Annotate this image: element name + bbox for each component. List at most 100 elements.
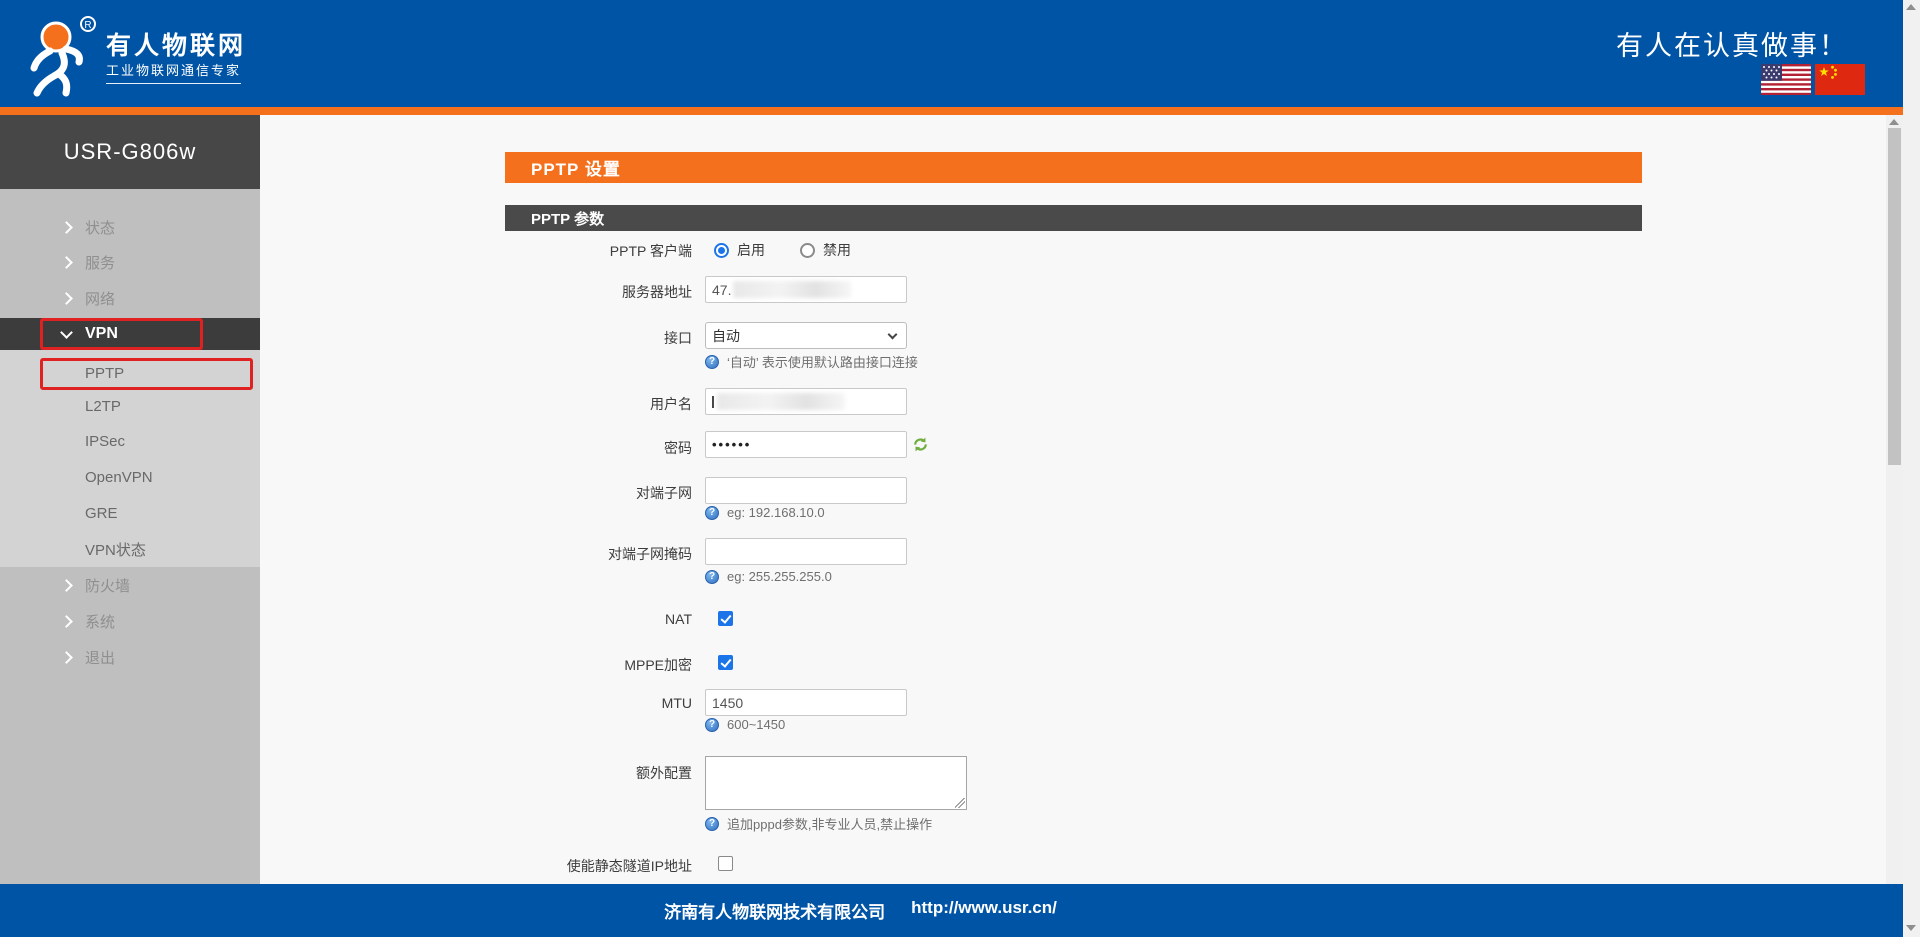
header-slogan: 有人在认真做事！ [1616, 24, 1848, 63]
enable-radio-label: 启用 [737, 240, 765, 260]
svg-text:R: R [84, 20, 91, 31]
sidebar-item-label: VPN状态 [85, 539, 146, 560]
username-redaction [717, 393, 845, 410]
extra-config-hint: ? 追加pppd参数,非专业人员,禁止操作 [705, 814, 932, 833]
sidebar-item-label: VPN [85, 325, 118, 343]
interface-hint: ? ‘自动’ 表示使用默认路由接口连接 [705, 352, 918, 371]
interface-hint-text: ‘自动’ 表示使用默认路由接口连接 [727, 352, 918, 371]
chevron-right-icon [60, 615, 73, 628]
sidebar-item-网络[interactable]: 网络 [0, 282, 260, 314]
server-address-redaction [733, 281, 851, 298]
device-name: USR-G806w [0, 115, 260, 189]
server-address-label: 服务器地址 [392, 282, 692, 302]
pptp-client-label: PPTP 客户端 [392, 241, 692, 261]
peer-subnet-input[interactable] [705, 477, 907, 504]
sidebar-item-PPTP[interactable]: PPTP [0, 357, 260, 389]
server-address-input[interactable]: 47. [705, 276, 907, 303]
peer-mask-input[interactable] [705, 538, 907, 565]
brand-title: 有人物联网 [106, 26, 246, 62]
interface-select[interactable]: 自动 [705, 322, 907, 349]
mppe-label: MPPE加密 [392, 655, 692, 675]
scroll-down-icon[interactable] [1906, 925, 1916, 931]
sidebar-item-label: L2TP [85, 398, 121, 415]
peer-subnet-hint-text: eg: 192.168.10.0 [727, 505, 825, 520]
section-title: PPTP 设置 [531, 155, 621, 180]
sidebar-item-VPN状态[interactable]: VPN状态 [0, 533, 260, 565]
sidebar-item-服务[interactable]: 服务 [0, 246, 260, 278]
scroll-up-icon[interactable] [1906, 4, 1916, 10]
password-refresh-icon[interactable] [912, 436, 929, 458]
chevron-right-icon [60, 256, 73, 269]
scroll-up-icon[interactable] [1889, 119, 1899, 125]
sidebar-item-label: GRE [85, 505, 118, 522]
username-label: 用户名 [392, 394, 692, 414]
chevron-down-icon [888, 330, 898, 340]
password-input[interactable]: •••••• [705, 431, 907, 458]
sidebar-item-label: 服务 [85, 252, 115, 273]
interface-selected-value: 自动 [712, 326, 740, 346]
peer-mask-hint-text: eg: 255.255.255.0 [727, 569, 832, 584]
sidebar-item-IPSec[interactable]: IPSec [0, 425, 260, 457]
footer-url-link[interactable]: http://www.usr.cn/ [911, 898, 1057, 923]
outer-scrollbar[interactable] [1903, 0, 1920, 937]
scrollbar-thumb[interactable] [1888, 128, 1901, 465]
peer-subnet-label: 对端子网 [392, 483, 692, 503]
disable-radio[interactable] [800, 243, 815, 258]
sidebar-item-系统[interactable]: 系统 [0, 605, 260, 637]
footer: 济南有人物联网技术有限公司 http://www.usr.cn/ [0, 884, 1903, 937]
static-tunnel-label: 使能静态隧道IP地址 [392, 856, 692, 876]
peer-mask-label: 对端子网掩码 [392, 544, 692, 564]
extra-config-hint-text: 追加pppd参数,非专业人员,禁止操作 [727, 814, 932, 833]
sidebar-item-状态[interactable]: 状态 [0, 211, 260, 243]
help-icon: ? [705, 570, 719, 584]
nat-checkbox[interactable] [718, 611, 733, 626]
username-partial-char [712, 396, 714, 408]
username-input[interactable] [705, 388, 907, 415]
sidebar-item-VPN[interactable]: VPN [0, 318, 260, 350]
sidebar-item-label: 系统 [85, 611, 115, 632]
help-icon: ? [705, 817, 719, 831]
panel-title: PPTP 参数 [531, 208, 604, 229]
sidebar-item-退出[interactable]: 退出 [0, 641, 260, 673]
chevron-down-icon [60, 326, 73, 339]
sidebar-item-GRE[interactable]: GRE [0, 497, 260, 529]
panel-title-bar: PPTP 参数 [505, 205, 1642, 231]
mppe-checkbox[interactable] [718, 655, 733, 670]
inner-scrollbar[interactable] [1886, 115, 1903, 884]
us-flag-icon[interactable] [1761, 64, 1811, 95]
mtu-input[interactable]: 1450 [705, 689, 907, 716]
mtu-label: MTU [392, 695, 692, 711]
sidebar-item-OpenVPN[interactable]: OpenVPN [0, 461, 260, 493]
chevron-right-icon [60, 221, 73, 234]
sidebar-item-label: PPTP [85, 365, 124, 382]
footer-company: 济南有人物联网技术有限公司 [664, 898, 885, 923]
resize-handle[interactable] [955, 798, 965, 808]
help-icon: ? [705, 718, 719, 732]
sidebar-item-label: 网络 [85, 288, 115, 309]
sidebar-item-label: 状态 [85, 217, 115, 238]
help-icon: ? [705, 355, 719, 369]
mtu-value: 1450 [712, 695, 743, 711]
sidebar-item-label: OpenVPN [85, 469, 153, 486]
extra-config-textarea[interactable] [705, 756, 967, 810]
sidebar-item-L2TP[interactable]: L2TP [0, 390, 260, 422]
sidebar-item-防火墙[interactable]: 防火墙 [0, 569, 260, 601]
static-tunnel-checkbox[interactable] [718, 856, 733, 871]
disable-radio-label: 禁用 [823, 240, 851, 260]
chevron-right-icon [60, 651, 73, 664]
password-masked-value: •••••• [712, 437, 751, 452]
page: R 有人物联网 工业物联网通信专家 有人在认真做事！ [0, 0, 1920, 937]
brand-subtitle: 工业物联网通信专家 [106, 60, 241, 84]
interface-label: 接口 [392, 328, 692, 348]
enable-radio[interactable] [714, 243, 729, 258]
disable-radio-group: 禁用 [800, 240, 851, 260]
mtu-hint-text: 600~1450 [727, 717, 785, 732]
password-label: 密码 [392, 438, 692, 458]
header-accent-strip [0, 107, 1903, 115]
brand-logo-icon: R [22, 13, 100, 97]
enable-radio-group: 启用 [714, 240, 765, 260]
peer-mask-hint: ? eg: 255.255.255.0 [705, 569, 832, 584]
cn-flag-icon[interactable] [1815, 64, 1865, 95]
extra-config-label: 额外配置 [392, 763, 692, 783]
sidebar-item-label: 退出 [85, 647, 115, 668]
